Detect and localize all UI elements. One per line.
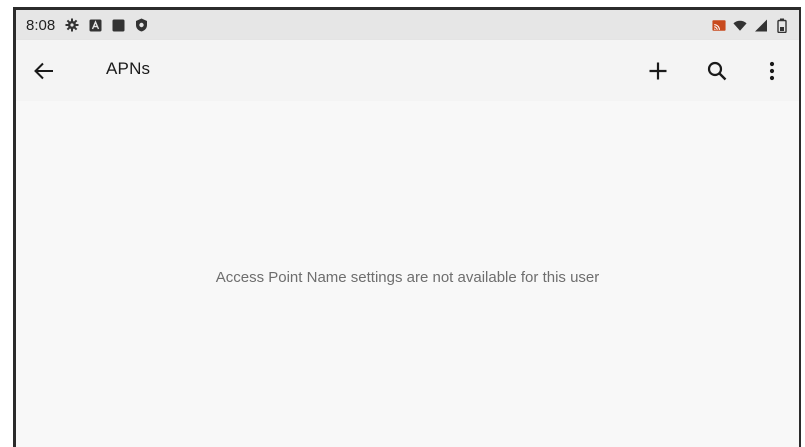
status-left-icons [65, 18, 148, 32]
search-button[interactable] [701, 56, 733, 86]
settings-gear-icon [65, 18, 79, 32]
back-button[interactable] [28, 56, 60, 86]
cast-icon [712, 18, 726, 32]
add-icon [649, 62, 667, 80]
arrow-back-icon [34, 62, 53, 80]
battery-icon [775, 18, 789, 33]
app-bar: APNs [16, 40, 799, 101]
main-content: Access Point Name settings are not avail… [16, 101, 799, 447]
wifi-icon [733, 18, 747, 32]
page-title: APNs [106, 59, 151, 78]
search-icon [707, 61, 727, 81]
status-right-icons [712, 18, 789, 33]
add-apn-button[interactable] [642, 56, 674, 86]
empty-state-message: Access Point Name settings are not avail… [215, 269, 600, 286]
shield-icon [134, 18, 148, 32]
status-time: 8:08 [26, 16, 56, 34]
more-options-button[interactable] [756, 56, 788, 86]
status-bar: 8:08 [16, 10, 799, 40]
square-stop-icon [111, 18, 125, 32]
more-vert-icon [769, 61, 775, 81]
device-screen: 8:08 APNs Access Point Name settings are… [13, 7, 801, 447]
a-box-icon [88, 18, 102, 32]
cell-signal-icon [754, 18, 768, 32]
